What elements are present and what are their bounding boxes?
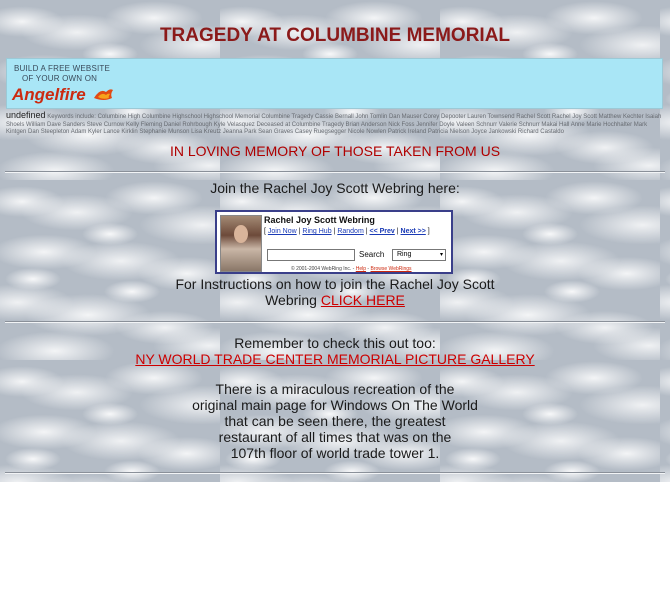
page-title: TRAGEDY AT COLUMBINE MEMORIAL bbox=[159, 25, 511, 46]
paragraph-line: There is a miraculous recreation of the bbox=[215, 381, 455, 397]
keywords-text: Keywords include: Columbine High Columbi… bbox=[6, 114, 662, 135]
ad-line-1: BUILD A FREE WEBSITE bbox=[14, 64, 111, 73]
webring-title: Rachel Joy Scott Webring bbox=[264, 215, 375, 225]
browse-webrings-link[interactable]: Browse WebRings bbox=[371, 266, 412, 272]
webring-intro: Join the Rachel Joy Scott Webring here: bbox=[210, 180, 460, 196]
random-link[interactable]: Random bbox=[337, 228, 363, 235]
page-background: TRAGEDY AT COLUMBINE MEMORIAL BUILD A FR… bbox=[0, 0, 670, 482]
paragraph-line: original main page for Windows On The Wo… bbox=[192, 397, 478, 413]
undefined-label: undefined bbox=[6, 110, 46, 120]
angelfire-logo: Angelfire bbox=[12, 85, 86, 104]
divider bbox=[5, 321, 665, 323]
webring-widget: Rachel Joy Scott Webring [ Join Now | Ri… bbox=[215, 210, 453, 274]
reminder-text: Remember to check this out too: bbox=[234, 335, 436, 351]
divider bbox=[5, 171, 665, 173]
paragraph-line: restaurant of all times that was on the bbox=[218, 429, 452, 445]
search-scope-select[interactable]: Ring ▾ bbox=[392, 249, 446, 261]
search-button[interactable]: Search bbox=[359, 250, 384, 259]
webring-copyright: © 2001-2004 WebRing Inc. - Help - Browse… bbox=[291, 266, 412, 272]
prev-link[interactable]: << Prev bbox=[370, 228, 395, 235]
webring-search-input[interactable] bbox=[267, 249, 355, 261]
click-here-link[interactable]: CLICK HERE bbox=[321, 292, 405, 308]
memory-heading: IN LOVING MEMORY OF THOSE TAKEN FROM US bbox=[169, 143, 501, 159]
join-now-link[interactable]: Join Now bbox=[268, 228, 297, 235]
ring-hub-link[interactable]: Ring Hub bbox=[302, 228, 331, 235]
ad-banner[interactable]: BUILD A FREE WEBSITE OF YOUR OWN ON Ange… bbox=[6, 58, 663, 109]
help-link[interactable]: Help bbox=[356, 266, 366, 272]
next-link[interactable]: Next >> bbox=[401, 228, 426, 235]
rachel-photo[interactable] bbox=[220, 215, 262, 272]
flame-icon bbox=[94, 89, 113, 100]
paragraph-line: 107th floor of world trade tower 1. bbox=[230, 445, 440, 461]
paragraph-line: that can be seen there, the greatest bbox=[224, 413, 446, 429]
webring-nav: [ Join Now | Ring Hub | Random | << Prev… bbox=[264, 228, 430, 235]
wtc-gallery-line: NY WORLD TRADE CENTER MEMORIAL PICTURE G… bbox=[0, 351, 670, 367]
chevron-down-icon: ▾ bbox=[439, 252, 443, 258]
keywords-block: undefined Keywords include: Columbine Hi… bbox=[6, 110, 666, 137]
instructions-line-2: Webring CLICK HERE bbox=[265, 292, 405, 308]
wtc-gallery-link[interactable]: NY WORLD TRADE CENTER MEMORIAL PICTURE G… bbox=[135, 351, 534, 367]
angelfire-ad[interactable]: BUILD A FREE WEBSITE OF YOUR OWN ON Ange… bbox=[10, 62, 114, 106]
ad-line-2: OF YOUR OWN ON bbox=[22, 74, 98, 83]
divider bbox=[5, 472, 665, 474]
instructions-line-1: For Instructions on how to join the Rach… bbox=[175, 276, 495, 292]
